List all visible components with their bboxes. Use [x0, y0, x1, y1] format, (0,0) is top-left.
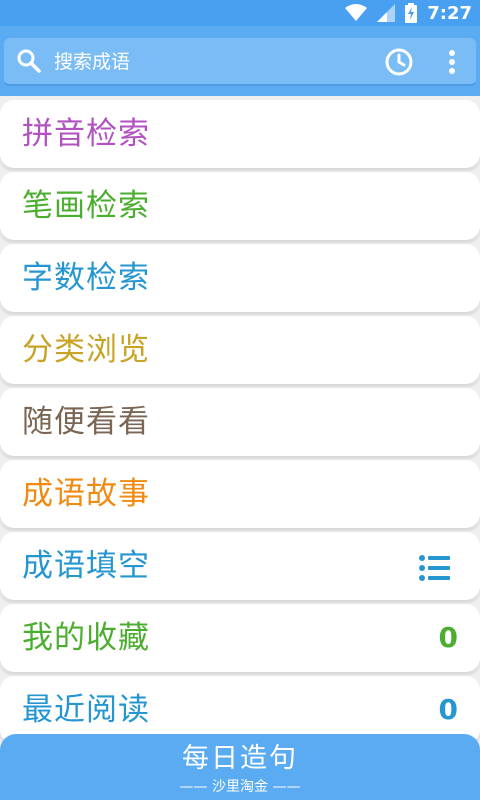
- menu-item-char-count-search[interactable]: 字数检索: [0, 244, 480, 312]
- recent-count: 0: [438, 693, 458, 726]
- menu-item-label: 成语故事: [22, 476, 150, 512]
- menu-item-label: 笔画检索: [22, 188, 150, 224]
- daily-sentence-button[interactable]: 每日造句 —— 沙里淘金 ——: [0, 734, 480, 800]
- favorites-count: 0: [438, 621, 458, 654]
- status-time: 7:27: [427, 2, 472, 24]
- status-bar: 7:27: [0, 0, 480, 26]
- menu-list: 拼音检索 笔画检索 字数检索 分类浏览 随便看看 成语故事 成语填空 我的收藏 …: [0, 96, 480, 800]
- wifi-icon: [345, 4, 368, 21]
- menu-item-label: 随便看看: [22, 404, 150, 440]
- menu-item-favorites[interactable]: 我的收藏 0: [0, 604, 480, 672]
- menu-item-label: 我的收藏: [22, 620, 150, 656]
- menu-item-random[interactable]: 随便看看: [0, 388, 480, 456]
- search-input[interactable]: 搜索成语: [54, 50, 130, 74]
- search-bar[interactable]: 搜索成语: [4, 38, 476, 86]
- menu-item-label: 最近阅读: [22, 692, 150, 728]
- toolbar: 搜索成语: [0, 26, 480, 96]
- menu-item-category-browse[interactable]: 分类浏览: [0, 316, 480, 384]
- menu-item-stroke-search[interactable]: 笔画检索: [0, 172, 480, 240]
- menu-item-label: 拼音检索: [22, 116, 150, 152]
- bottom-subtitle: —— 沙里淘金 ——: [179, 779, 301, 795]
- status-icons: 7:27: [345, 0, 472, 26]
- menu-item-label: 分类浏览: [22, 332, 150, 368]
- menu-item-label: 成语填空: [22, 548, 150, 584]
- menu-item-fill-blank[interactable]: 成语填空: [0, 532, 480, 600]
- menu-item-idiom-stories[interactable]: 成语故事: [0, 460, 480, 528]
- list-icon[interactable]: [418, 554, 450, 582]
- menu-item-pinyin-search[interactable]: 拼音检索: [0, 100, 480, 168]
- more-vert-icon[interactable]: [444, 48, 460, 76]
- bottom-title: 每日造句: [182, 743, 298, 774]
- menu-item-label: 字数检索: [22, 260, 150, 296]
- battery-charging-icon: [405, 3, 418, 23]
- search-icon[interactable]: [16, 48, 42, 74]
- signal-icon: [377, 4, 396, 22]
- history-icon[interactable]: [384, 47, 414, 77]
